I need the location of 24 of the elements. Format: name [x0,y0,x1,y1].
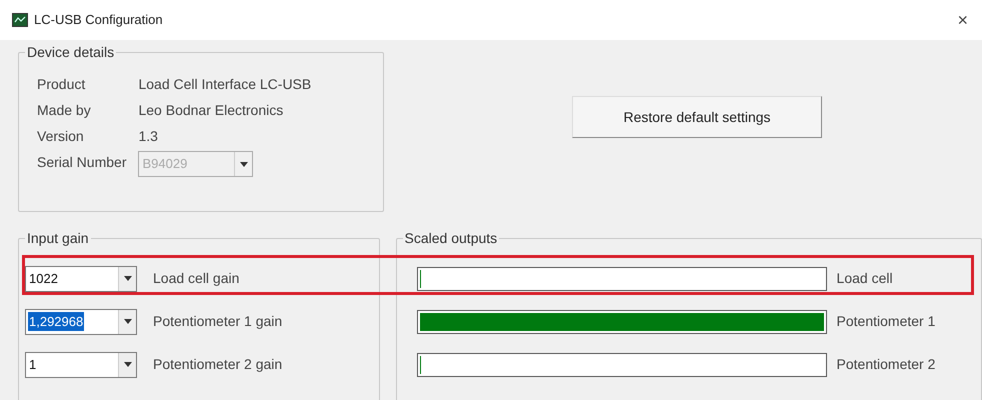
output-label: Potentiometer 2 [836,355,936,374]
gain-dropdown[interactable]: 1022 [25,266,137,292]
dropdown-arrow-icon [124,276,132,281]
output-label: Potentiometer 1 [836,312,936,331]
close-button[interactable]: × [955,11,970,29]
field-label: Made by [37,101,92,120]
field-value: Load Cell Interface LC-USB [138,75,312,94]
field-label: Version [37,127,85,146]
app-icon [12,13,28,27]
gain-label: Potentiometer 2 gain [153,355,282,374]
dropdown-arrow-icon [240,162,248,166]
dropdown-arrow-icon [124,362,132,367]
window-title: LC-USB Configuration [34,11,163,30]
dropdown-arrow-icon [124,319,132,324]
field-label: Product [37,75,86,94]
field-value: Leo Bodnar Electronics [138,101,284,120]
gain-label: Load cell gain [153,269,240,288]
output-label: Load cell [836,269,893,288]
gain-label: Potentiometer 1 gain [153,312,282,331]
field-label: Serial Number [37,153,126,172]
gain-dropdown[interactable]: 1 [25,352,137,378]
gain-dropdown[interactable]: 1,292968 [25,308,137,334]
field-value: 1.3 [138,127,159,146]
restore-defaults-button[interactable]: Restore default settings [572,96,822,138]
